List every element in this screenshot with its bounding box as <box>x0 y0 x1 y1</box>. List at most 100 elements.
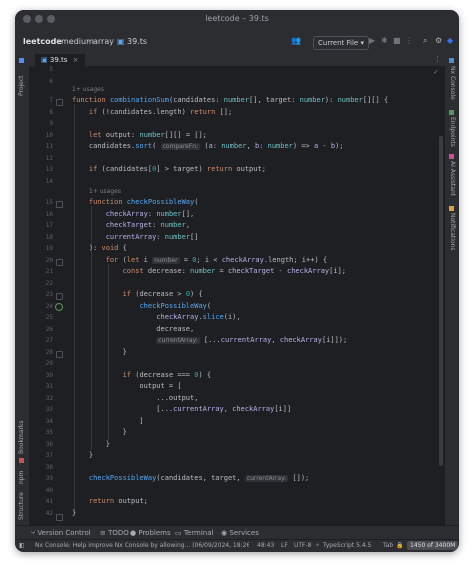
checkmark-icon: ✓ <box>433 68 439 76</box>
param-hint: currentArray: <box>244 475 289 482</box>
line-number: 38 <box>45 463 53 471</box>
line-number: 19 <box>45 245 53 252</box>
line-number: 33 <box>45 406 53 413</box>
close-icon[interactable]: × <box>73 56 79 64</box>
code-line: let output: number[][] = []; <box>88 130 207 139</box>
ide-window: leetcode – 39.ts leetcode › medium › arr… <box>15 10 459 552</box>
line-number: 39 <box>45 475 53 482</box>
line-number: 22 <box>45 279 53 287</box>
breadcrumb-file[interactable]: 39.ts <box>127 37 147 46</box>
status-bar: ◧ Nx Console: Help improve Nx Console by… <box>15 539 459 552</box>
file-encoding[interactable]: UTF-8 <box>294 542 312 549</box>
code-line: checkPossibleWay( <box>139 301 212 310</box>
line-number: 13 <box>45 166 53 173</box>
tool-services[interactable]: ◉ Services <box>221 529 259 537</box>
lock-icon[interactable]: 🔒 <box>396 542 403 549</box>
tab-more-icon[interactable]: ⋮ <box>434 55 441 63</box>
search-icon[interactable]: ⌕ <box>423 36 427 46</box>
notifications-icon[interactable] <box>449 206 454 211</box>
code-line: checkTarget: number, <box>105 221 191 229</box>
line-number: 20 <box>45 256 53 264</box>
fold-marker[interactable] <box>56 99 63 106</box>
more-icon[interactable]: ⋮ <box>405 36 413 45</box>
line-number: 30 <box>45 371 53 379</box>
structure-tool-tab[interactable]: Structure <box>18 492 25 520</box>
code-line: if (candidates[0] > target) return outpu… <box>88 165 266 173</box>
npm-tool-tab[interactable]: npm <box>18 471 25 484</box>
close-window-button[interactable] <box>23 15 31 23</box>
fold-marker[interactable] <box>56 351 63 358</box>
ai-assistant-tool-tab[interactable]: AI Assistant <box>449 161 456 196</box>
endpoints-tool-tab[interactable]: Endpoints <box>449 117 456 147</box>
fold-marker[interactable] <box>56 259 63 266</box>
run-config-dropdown[interactable]: Current File ▾ <box>313 36 369 50</box>
status-message[interactable]: Nx Console: Help improve Nx Console by a… <box>35 542 249 549</box>
param-hint: currentArray: <box>156 337 200 344</box>
code-line: } <box>72 451 94 459</box>
line-number: 9 <box>49 120 53 127</box>
fold-marker[interactable] <box>56 514 63 521</box>
memory-indicator[interactable]: 1450 of 3400M <box>407 541 459 550</box>
nx-icon[interactable] <box>449 58 454 63</box>
list-icon: ≡ <box>100 529 106 537</box>
tool-version-control[interactable]: ⑂ Version Control <box>31 529 91 537</box>
line-number: 35 <box>45 429 53 436</box>
nx-console-tool-tab[interactable]: Nx Console <box>449 66 456 100</box>
tool-terminal[interactable]: ▭ Terminal <box>175 529 213 537</box>
users-icon[interactable]: 👥 <box>291 36 301 45</box>
stop-icon[interactable]: ■ <box>393 36 401 45</box>
code-line: decrease, <box>72 324 195 333</box>
fold-marker[interactable] <box>56 201 63 208</box>
code-line: } <box>72 439 110 448</box>
npm-icon[interactable] <box>19 458 24 463</box>
ai-icon[interactable]: ◆ <box>447 36 453 45</box>
endpoints-icon[interactable] <box>449 110 454 115</box>
line-number: 5 <box>49 66 53 73</box>
editor-scrollbar[interactable] <box>439 136 443 466</box>
code-editor[interactable]: ✓ 5 6 7 8 9 10 11 12 13 14 15 16 17 18 1… <box>29 66 445 526</box>
code-line: if (decrease > 0) { <box>122 290 203 298</box>
code-line: ...output, <box>72 393 199 402</box>
line-number: 42 <box>45 509 53 517</box>
run-icon[interactable]: ▶ <box>369 36 375 45</box>
code-line: return output; <box>88 497 148 505</box>
gear-icon[interactable]: ⚙ <box>435 36 442 45</box>
param-hint: compareFn: <box>160 143 201 150</box>
tab-label: 39.ts <box>49 56 68 64</box>
line-number: 32 <box>45 394 53 402</box>
debug-icon[interactable]: ✱ <box>381 36 388 45</box>
indent-setting[interactable]: Tab <box>383 542 393 549</box>
tool-todo[interactable]: ≡ TODO <box>100 529 129 537</box>
caret-position[interactable]: 48:43 <box>257 542 274 549</box>
line-number: 24 <box>45 302 53 310</box>
code-line: checkArray.slice(i), <box>156 313 241 321</box>
project-tool-tab[interactable]: Project <box>18 75 25 96</box>
tool-problems[interactable]: ● Problems <box>130 529 171 537</box>
code-line: } <box>72 428 127 436</box>
line-number: 40 <box>45 486 53 494</box>
code-line: } <box>72 508 77 517</box>
code-line: for (let i number = 0; i < checkArray.le… <box>105 255 328 264</box>
code-line: ): void { <box>72 244 127 252</box>
usages-hint[interactable]: 1+ usages <box>72 86 104 93</box>
line-separator[interactable]: LF <box>281 542 288 549</box>
usages-hint[interactable]: 1+ usages <box>89 188 121 195</box>
code-line: function checkPossibleWay( <box>88 198 199 206</box>
status-toggle-icon[interactable]: ◧ <box>19 542 25 549</box>
fold-marker[interactable] <box>56 293 63 300</box>
bookmarks-tool-tab[interactable]: Bookmarks <box>18 420 25 454</box>
code-line: if (decrease === 0) { <box>122 370 212 379</box>
language-version[interactable]: TypeScript 5.4.5 <box>323 542 371 549</box>
line-number: 41 <box>45 498 53 505</box>
line-number: 16 <box>45 210 53 218</box>
ai-assistant-icon[interactable] <box>449 154 454 159</box>
notifications-tool-tab[interactable]: Notifications <box>449 213 456 251</box>
line-number: 23 <box>45 291 53 298</box>
folder-icon[interactable] <box>19 58 24 63</box>
breakpoint-gutter-icon[interactable] <box>55 303 63 311</box>
left-tool-strip: Project Bookmarks npm Structure <box>15 54 30 526</box>
code-line: currentArray: [...currentArray, checkArr… <box>156 336 348 344</box>
maximize-window-button[interactable] <box>47 15 55 23</box>
minimize-window-button[interactable] <box>35 15 43 23</box>
code-line: if (!candidates.length) return []; <box>88 107 233 116</box>
